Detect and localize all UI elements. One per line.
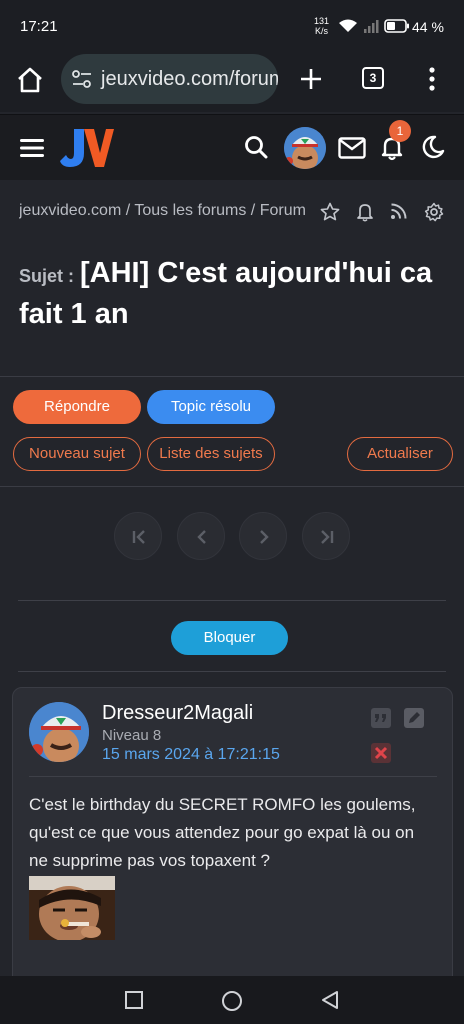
edit-icon	[409, 712, 420, 723]
quote-icon	[375, 714, 386, 722]
search-icon[interactable]	[244, 135, 268, 159]
battery-icon	[384, 19, 409, 33]
post-body: C'est le birthday du SECRET ROMFO les go…	[29, 795, 416, 870]
site-header: 1	[0, 114, 464, 180]
mail-icon[interactable]	[338, 137, 366, 159]
reply-button[interactable]: Répondre	[13, 390, 141, 424]
jv-logo[interactable]	[60, 127, 114, 169]
prev-page-icon	[197, 530, 206, 544]
topic-prefix: Sujet :	[19, 266, 75, 286]
recents-icon[interactable]	[124, 990, 144, 1010]
last-page-icon	[321, 530, 334, 544]
star-icon[interactable]	[320, 202, 340, 222]
last-page-button[interactable]	[302, 512, 350, 560]
first-page-button[interactable]	[114, 512, 162, 560]
status-time: 17:21	[20, 18, 58, 35]
edit-button[interactable]	[404, 708, 424, 728]
moon-icon[interactable]	[421, 135, 445, 159]
browser-toolbar: jeuxvideo.com/forums 3	[0, 48, 464, 112]
tab-switcher-button[interactable]: 3	[362, 67, 384, 89]
network-speed-unit: K/s	[315, 26, 329, 36]
new-tab-icon[interactable]	[296, 64, 326, 94]
prev-page-button[interactable]	[177, 512, 225, 560]
site-settings-icon[interactable]	[71, 69, 93, 89]
next-page-button[interactable]	[239, 512, 287, 560]
network-speed-value: 131	[314, 16, 330, 26]
delete-button[interactable]	[371, 743, 391, 763]
author-avatar[interactable]	[29, 702, 89, 762]
divider	[18, 600, 446, 601]
system-nav-bar	[0, 976, 464, 1024]
delete-icon	[374, 746, 388, 760]
rss-icon[interactable]	[390, 202, 408, 220]
divider	[29, 776, 437, 777]
block-button[interactable]: Bloquer	[171, 621, 288, 655]
post-card: Dresseur2Magali Niveau 8 15 mars 2024 à …	[12, 687, 453, 987]
wifi-icon	[339, 19, 357, 32]
next-page-icon	[260, 530, 269, 544]
author-level: Niveau 8	[102, 727, 162, 744]
divider	[0, 486, 464, 487]
author-name[interactable]: Dresseur2Magali	[102, 702, 253, 725]
page-title: Sujet : [AHI] C'est aujourd'hui ca fait 1…	[19, 254, 449, 333]
status-bar: 17:21 131 K/s 44 %	[0, 0, 464, 48]
bell-icon[interactable]	[356, 202, 374, 222]
divider	[18, 671, 446, 672]
breadcrumb[interactable]: jeuxvideo.com / Tous les forums / Forum …	[19, 202, 309, 220]
topic-list-button[interactable]: Liste des sujets	[147, 437, 275, 471]
gear-icon[interactable]	[424, 202, 444, 222]
post-image[interactable]	[29, 876, 115, 940]
signal-icon	[364, 20, 379, 33]
address-bar[interactable]: jeuxvideo.com/forums	[61, 54, 278, 104]
battery-percent: 44 %	[412, 19, 444, 35]
notification-badge: 1	[389, 120, 411, 142]
post-date[interactable]: 15 mars 2024 à 17:21:15	[102, 746, 280, 764]
refresh-button[interactable]: Actualiser	[347, 437, 453, 471]
new-topic-button[interactable]: Nouveau sujet	[13, 437, 141, 471]
avatar[interactable]	[284, 127, 326, 169]
topic-title: [AHI] C'est aujourd'hui ca fait 1 an	[19, 257, 433, 330]
more-menu-icon[interactable]	[424, 66, 440, 92]
first-page-icon	[132, 530, 145, 544]
menu-icon[interactable]	[20, 139, 44, 157]
divider	[0, 376, 464, 377]
topic-resolved-button[interactable]: Topic résolu	[147, 390, 275, 424]
home-button-icon[interactable]	[221, 990, 243, 1012]
network-speed: 131 K/s	[314, 16, 329, 36]
quote-button[interactable]	[371, 708, 391, 728]
back-icon[interactable]	[320, 990, 340, 1010]
home-icon[interactable]	[14, 64, 46, 96]
topic-tools	[318, 202, 448, 226]
url-text: jeuxvideo.com/forums	[101, 68, 278, 90]
